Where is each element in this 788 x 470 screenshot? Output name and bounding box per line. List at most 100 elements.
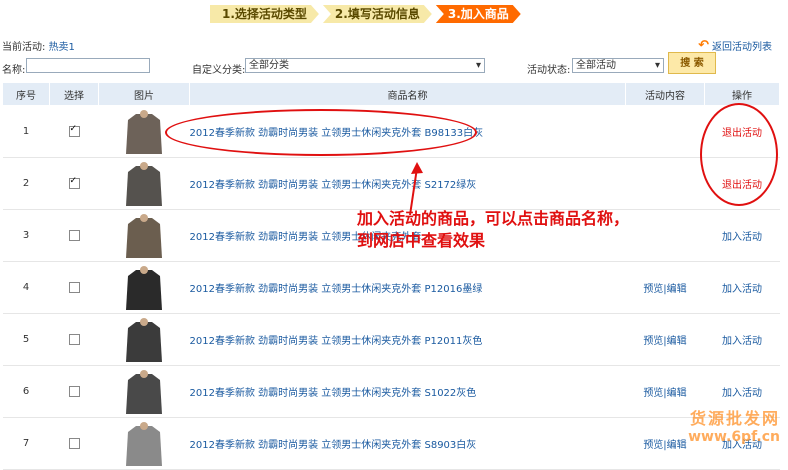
product-name-link[interactable]: 2012春季新款 劲霸时尚男装 立领男士休闲夹克外套 P12016墨绿 (189, 261, 626, 314)
row-no: 5 (2, 313, 50, 366)
jacket-icon (126, 369, 162, 414)
status-label: 活动状态: (527, 65, 571, 76)
back-to-list-link[interactable]: ↶ 返回活动列表 (698, 38, 772, 53)
product-name-link[interactable]: 2012春季新款 劲霸时尚男装 立领男士休闲夹克外套 S1022灰色 (189, 365, 626, 418)
preview-edit-links[interactable]: 预览|编辑 (643, 440, 686, 451)
jacket-icon (126, 109, 162, 154)
col-name: 商品名称 (189, 82, 626, 106)
current-activity-value: 热卖1 (48, 42, 75, 53)
jacket-icon (126, 421, 162, 466)
product-thumbnail (116, 265, 172, 310)
jacket-icon (126, 161, 162, 206)
action-cell: 加入活动 (704, 261, 780, 314)
name-input[interactable] (26, 58, 150, 73)
row-no: 1 (2, 105, 50, 158)
row-no: 4 (2, 261, 50, 314)
content-cell: 预览|编辑 (625, 313, 705, 366)
highlight-ellipse-actions (700, 103, 778, 206)
annotation-line-1: 加入活动的商品，可以点击商品名称， (357, 209, 630, 228)
select-cell (49, 261, 99, 314)
table-row: 4 2012春季新款 劲霸时尚男装 立领男士休闲夹克外套 P12016墨绿 预览|编… (2, 261, 780, 314)
preview-edit-links[interactable]: 预览|编辑 (643, 284, 686, 295)
image-cell (98, 157, 190, 210)
category-select[interactable]: 全部分类 (245, 58, 485, 73)
join-activity-button[interactable]: 加入活动 (722, 388, 762, 399)
jacket-icon (126, 265, 162, 310)
preview-edit-links[interactable]: 预览|编辑 (643, 388, 686, 399)
table-row: 7 2012春季新款 劲霸时尚男装 立领男士休闲夹克外套 S8903白灰 预览|编辑… (2, 417, 780, 470)
select-cell (49, 417, 99, 470)
product-thumbnail (116, 161, 172, 206)
product-thumbnail (116, 421, 172, 466)
row-no: 7 (2, 417, 50, 470)
table-row: 22012春季新款 劲霸时尚男装 立领男士休闲夹克外套 S2172绿灰退出活动 (2, 157, 780, 210)
watermark-line-1: 货源批发网 (689, 409, 780, 428)
action-cell: 加入活动 (704, 209, 780, 262)
image-cell (98, 261, 190, 314)
category-label: 自定义分类: (192, 65, 246, 76)
filter-bar: 名称: 自定义分类: 全部分类 活动状态: 全部活动 搜 索 (2, 52, 782, 76)
search-button[interactable]: 搜 索 (668, 52, 716, 74)
watermark-line-2: www.6pf.cn (688, 429, 780, 445)
name-label: 名称: (2, 65, 26, 76)
jacket-icon (126, 213, 162, 258)
product-name-link[interactable]: 2012春季新款 劲霸时尚男装 立领男士休闲夹克外套 P12011灰色 (189, 313, 626, 366)
category-select-value: 全部分类 (249, 60, 289, 71)
image-cell (98, 365, 190, 418)
highlight-ellipse-name (165, 109, 477, 156)
image-cell (98, 417, 190, 470)
step-fill-info: 2.填写活动信息 (323, 5, 432, 23)
jacket-icon (126, 317, 162, 362)
step-select-type: 1.选择活动类型 (210, 5, 319, 23)
select-checkbox[interactable] (68, 229, 80, 241)
select-cell (49, 209, 99, 262)
row-no: 3 (2, 209, 50, 262)
table-row: 6 2012春季新款 劲霸时尚男装 立领男士休闲夹克外套 S1022灰色 预览|编辑… (2, 365, 780, 418)
col-actions: 操作 (704, 82, 780, 106)
status-select-value: 全部活动 (576, 60, 616, 71)
step-indicator: 1.选择活动类型 2.填写活动信息 3.加入商品 (210, 5, 525, 23)
select-checkbox[interactable] (68, 176, 80, 189)
select-checkbox[interactable] (68, 333, 80, 345)
join-activity-button[interactable]: 加入活动 (722, 232, 762, 243)
select-cell (49, 365, 99, 418)
product-thumbnail (116, 317, 172, 362)
back-label: 返回活动列表 (712, 42, 772, 53)
current-activity: 当前活动: 热卖1 (2, 38, 75, 53)
content-cell (625, 209, 705, 262)
watermark: 货源批发网 www.6pf.cn (688, 405, 780, 445)
table-row: 5 2012春季新款 劲霸时尚男装 立领男士休闲夹克外套 P12011灰色 预览|编… (2, 313, 780, 366)
row-no: 2 (2, 157, 50, 210)
image-cell (98, 209, 190, 262)
select-cell (49, 105, 99, 158)
image-cell (98, 313, 190, 366)
content-cell: 预览|编辑 (625, 261, 705, 314)
preview-edit-links[interactable]: 预览|编辑 (643, 336, 686, 347)
join-activity-button[interactable]: 加入活动 (722, 336, 762, 347)
product-thumbnail (116, 213, 172, 258)
product-name-link[interactable]: 2012春季新款 劲霸时尚男装 立领男士休闲夹克外套 S8903白灰 (189, 417, 626, 470)
row-no: 6 (2, 365, 50, 418)
annotation-line-2: 到网店中查看效果 (357, 231, 486, 250)
col-no: 序号 (2, 82, 50, 106)
product-thumbnail (116, 109, 172, 154)
select-cell (49, 157, 99, 210)
col-select: 选择 (49, 82, 99, 106)
current-activity-label: 当前活动: (2, 42, 46, 53)
select-checkbox[interactable] (68, 124, 80, 137)
content-cell (625, 105, 705, 158)
product-thumbnail (116, 369, 172, 414)
select-checkbox[interactable] (68, 437, 80, 449)
status-select[interactable]: 全部活动 (572, 58, 664, 73)
return-arrow-icon: ↶ (698, 38, 709, 53)
join-activity-button[interactable]: 加入活动 (722, 284, 762, 295)
content-cell (625, 157, 705, 210)
col-content: 活动内容 (625, 82, 705, 106)
step-add-products: 3.加入商品 (436, 5, 521, 23)
col-image: 图片 (98, 82, 190, 106)
action-cell: 加入活动 (704, 313, 780, 366)
select-cell (49, 313, 99, 366)
table-header: 序号 选择 图片 商品名称 活动内容 操作 (2, 82, 780, 106)
select-checkbox[interactable] (68, 281, 80, 293)
select-checkbox[interactable] (68, 385, 80, 397)
